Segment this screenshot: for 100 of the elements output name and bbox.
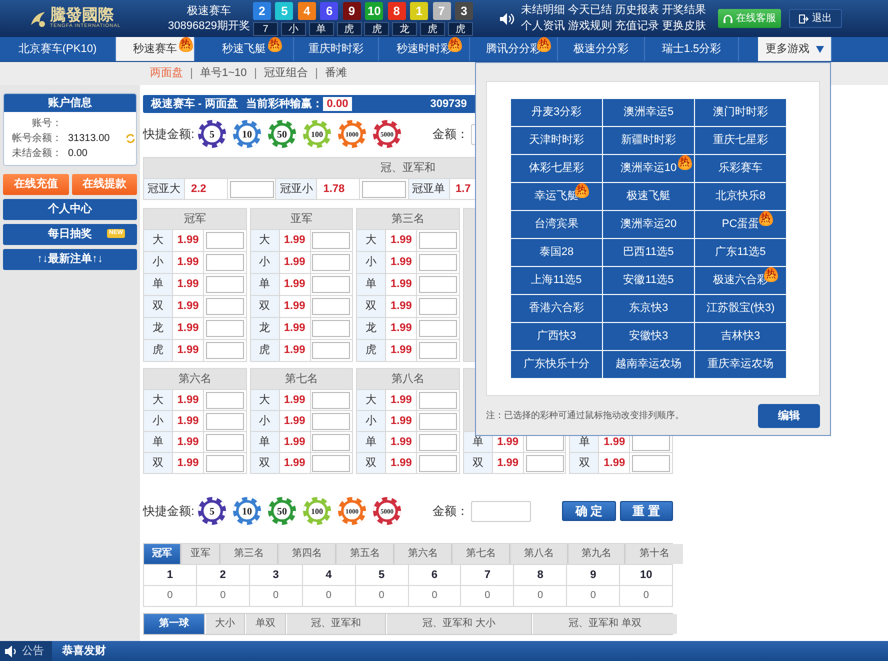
- game-button[interactable]: 东京快3: [603, 295, 694, 322]
- game-tab[interactable]: 瑞士1.5分彩: [645, 37, 739, 61]
- edit-button[interactable]: 编辑: [758, 404, 820, 428]
- bet-input[interactable]: [206, 392, 244, 408]
- game-button[interactable]: 吉林快3: [695, 323, 786, 350]
- bet-input[interactable]: [418, 254, 457, 271]
- bet-input[interactable]: [206, 320, 244, 337]
- game-button[interactable]: 安徽快3: [603, 323, 694, 350]
- game-button[interactable]: 澳洲幸运10 热: [603, 155, 694, 182]
- game-button[interactable]: 极速飞艇: [603, 183, 694, 210]
- chip-button[interactable]: 10: [232, 119, 262, 149]
- subnav-link[interactable]: 单号1~10: [200, 65, 247, 82]
- bet-input[interactable]: [418, 320, 457, 337]
- bet-input[interactable]: [418, 276, 457, 293]
- game-button[interactable]: 泰国28: [511, 239, 602, 266]
- bet-input[interactable]: [206, 412, 244, 430]
- bet-input[interactable]: [418, 434, 457, 450]
- rank-tab[interactable]: 冠军: [144, 544, 181, 564]
- game-button[interactable]: 澳洲幸运20: [603, 211, 694, 238]
- bet-input[interactable]: [418, 392, 457, 408]
- bet-input[interactable]: [206, 342, 244, 359]
- bet-input[interactable]: [418, 298, 457, 315]
- rank-tab[interactable]: 亚军: [182, 544, 220, 564]
- game-button[interactable]: 台湾宾果: [511, 211, 602, 238]
- header-link[interactable]: 游戏规则: [568, 19, 615, 34]
- rank-tab[interactable]: 第七名: [453, 544, 510, 564]
- chip-button[interactable]: 5: [197, 119, 228, 149]
- game-button[interactable]: 乐彩赛车: [695, 155, 786, 182]
- game-button[interactable]: 新疆时时彩: [603, 127, 694, 154]
- game-tab[interactable]: 重庆时时彩: [294, 37, 379, 61]
- stat-tab[interactable]: 冠、亚军和 单双: [533, 614, 677, 634]
- bet-input[interactable]: [418, 454, 457, 472]
- bet-input[interactable]: [312, 412, 350, 430]
- rank-tab[interactable]: 第九名: [569, 544, 625, 564]
- bet-input[interactable]: [418, 232, 457, 249]
- subnav-link[interactable]: 番滩: [324, 65, 347, 82]
- bet-input[interactable]: [206, 232, 244, 249]
- refresh-icon[interactable]: [126, 134, 135, 143]
- bet-input[interactable]: [312, 342, 350, 359]
- bet-input[interactable]: [312, 276, 350, 293]
- bet-input[interactable]: [418, 342, 457, 359]
- chip-button[interactable]: 10: [232, 496, 262, 526]
- game-button[interactable]: 重庆七星彩: [695, 127, 786, 154]
- bet-input[interactable]: [312, 392, 350, 408]
- bet-input[interactable]: [312, 320, 350, 337]
- amount-field[interactable]: [471, 500, 532, 522]
- subnav-link[interactable]: 冠亚组合: [264, 65, 308, 82]
- game-button[interactable]: 澳门时时彩: [695, 99, 786, 126]
- game-tab[interactable]: 秒速飞艇 热: [195, 37, 294, 61]
- more-games-tab[interactable]: 更多游戏: [758, 37, 832, 61]
- bet-input[interactable]: [206, 254, 244, 271]
- chip-button[interactable]: 100: [302, 496, 332, 526]
- game-button[interactable]: 重庆幸运农场: [695, 351, 786, 378]
- header-link[interactable]: 开奖结果: [662, 3, 709, 18]
- bet-input[interactable]: [312, 254, 350, 271]
- bet-input[interactable]: [418, 412, 457, 430]
- header-link[interactable]: 个人资讯: [521, 19, 568, 34]
- confirm-button[interactable]: 确 定: [562, 501, 616, 521]
- reset-button[interactable]: 重 置: [620, 501, 673, 521]
- game-button[interactable]: 北京快乐8: [695, 183, 786, 210]
- menu-button[interactable]: ↑↓最新注单↑↓: [3, 249, 137, 270]
- chip-button[interactable]: 50: [267, 119, 298, 149]
- game-button[interactable]: 广东快乐十分: [511, 351, 602, 378]
- bet-input[interactable]: [362, 180, 406, 198]
- rank-tab[interactable]: 第六名: [395, 544, 452, 564]
- speaker-icon[interactable]: [499, 12, 515, 26]
- chip-button[interactable]: 100: [302, 119, 332, 149]
- game-tab[interactable]: 极速分分彩: [558, 37, 645, 61]
- game-button[interactable]: PC蛋蛋热: [695, 211, 786, 238]
- header-link[interactable]: 未结明细: [521, 3, 568, 18]
- stat-tab[interactable]: 单双: [246, 614, 286, 634]
- game-button[interactable]: 天津时时彩: [511, 127, 602, 154]
- game-button[interactable]: 江苏骰宝(快3): [695, 295, 786, 322]
- rank-tab[interactable]: 第八名: [511, 544, 568, 564]
- bet-input[interactable]: [230, 180, 274, 198]
- bet-input[interactable]: [206, 434, 244, 450]
- chip-button[interactable]: 50: [267, 496, 298, 526]
- menu-button[interactable]: 个人中心: [3, 199, 137, 220]
- game-button[interactable]: 巴西11选5: [603, 239, 694, 266]
- rank-tab[interactable]: 第四名: [279, 544, 336, 564]
- bet-input[interactable]: [632, 454, 670, 472]
- header-link[interactable]: 今天已结: [568, 3, 615, 18]
- bet-input[interactable]: [206, 298, 244, 315]
- header-link[interactable]: 历史报表: [615, 3, 662, 18]
- game-button[interactable]: 体彩七星彩: [511, 155, 602, 182]
- bet-input[interactable]: [526, 454, 564, 472]
- bet-input[interactable]: [206, 454, 244, 472]
- header-link[interactable]: 更换皮肤: [662, 19, 709, 34]
- rank-tab[interactable]: 第五名: [337, 544, 394, 564]
- bet-input[interactable]: [206, 276, 244, 293]
- game-button[interactable]: 丹麦3分彩: [511, 99, 602, 126]
- logout-button[interactable]: 退出: [789, 9, 842, 28]
- stat-tab[interactable]: 大小: [206, 614, 245, 634]
- bet-input[interactable]: [312, 232, 350, 249]
- game-button[interactable]: 上海11选5: [511, 267, 602, 294]
- speaker-icon[interactable]: [4, 644, 18, 658]
- rank-tab[interactable]: 第三名: [221, 544, 278, 564]
- game-button[interactable]: 安徽11选5: [603, 267, 694, 294]
- bet-input[interactable]: [312, 434, 350, 450]
- bet-input[interactable]: [312, 298, 350, 315]
